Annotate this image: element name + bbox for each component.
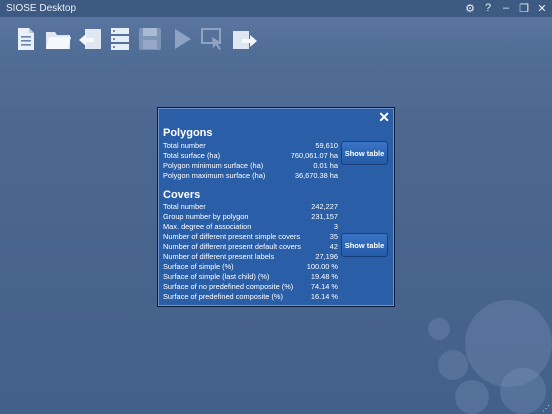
restore-icon[interactable]: ❐ <box>518 1 530 15</box>
stat-row: Surface of no predefined composite (%) 74… <box>163 282 338 291</box>
save-icon[interactable] <box>136 25 164 53</box>
covers-show-table-button[interactable]: Show table <box>341 233 388 257</box>
run-icon[interactable] <box>168 25 196 53</box>
import-icon[interactable] <box>76 25 104 53</box>
covers-title: Covers <box>163 189 201 201</box>
statistics-dialog: ✕ Polygons Total number 59,610 Total surf… <box>157 107 395 307</box>
stat-row: Surface of predefined composite (%) 16.14… <box>163 292 338 301</box>
background-decoration <box>500 368 546 414</box>
stat-row: Number of different present labels 27,196 <box>163 252 338 261</box>
stat-row: Max. degree of association 3 <box>163 222 338 231</box>
minimize-icon[interactable]: – <box>500 1 512 15</box>
stat-row: Surface of simple (%) 100.00 % <box>163 262 338 271</box>
close-window-icon[interactable]: ✕ <box>536 1 548 15</box>
open-folder-icon[interactable] <box>44 25 72 53</box>
window-controls: ⚙ ? – ❐ ✕ <box>464 1 548 15</box>
stat-row: Polygon maximum surface (ha) 36,670.38 ha <box>163 171 338 180</box>
stat-row: Total number 59,610 <box>163 141 338 150</box>
export-icon[interactable] <box>230 25 258 53</box>
resize-grip-icon[interactable]: ⋰ <box>542 404 550 413</box>
stat-row: Total number 242,227 <box>163 202 338 211</box>
stat-row: Number of different present default cove… <box>163 242 338 251</box>
close-icon[interactable]: ✕ <box>378 109 390 126</box>
select-area-icon[interactable] <box>198 25 226 53</box>
background-decoration <box>438 350 468 380</box>
stat-row: Number of different present simple cover… <box>163 232 338 241</box>
server-icon[interactable] <box>106 25 134 53</box>
background-decoration <box>428 318 450 340</box>
settings-icon[interactable]: ⚙ <box>464 1 476 15</box>
new-document-icon[interactable] <box>12 25 40 53</box>
background-decoration <box>455 380 489 414</box>
polygons-title: Polygons <box>163 127 213 139</box>
toolbar <box>0 17 552 63</box>
stat-row: Polygon minimum surface (ha) 0.01 ha <box>163 161 338 170</box>
help-icon[interactable]: ? <box>482 1 494 15</box>
stat-row: Total surface (ha) 760,061.07 ha <box>163 151 338 160</box>
title-bar: SIOSE Desktop ⚙ ? – ❐ ✕ <box>0 0 552 17</box>
app-title: SIOSE Desktop <box>6 3 77 14</box>
stat-row: Surface of simple (last child) (%) 19.48 … <box>163 272 338 281</box>
polygons-show-table-button[interactable]: Show table <box>341 141 388 165</box>
stat-row: Group number by polygon 231,157 <box>163 212 338 221</box>
